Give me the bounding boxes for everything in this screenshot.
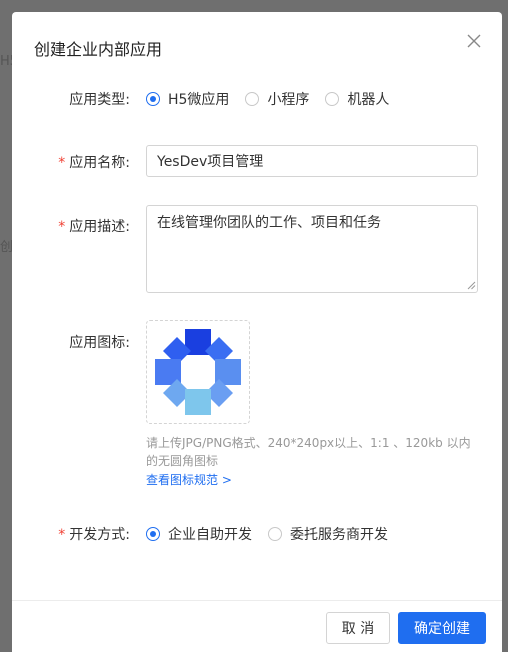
radio-unchecked-icon: [268, 527, 282, 541]
dialog-footer: 取 消 确定创建: [12, 600, 502, 652]
resize-handle-icon[interactable]: [464, 278, 476, 290]
app-icon-label: 应用图标:: [69, 335, 130, 351]
radio-mini-program[interactable]: 小程序: [245, 89, 309, 109]
dev-mode-label: * 开发方式:: [58, 527, 130, 543]
dialog-title: 创建企业内部应用: [34, 40, 163, 59]
radio-unchecked-icon: [325, 92, 340, 106]
create-app-dialog: 创建企业内部应用 应用类型: H5微应用 小程序 机器人 *应用名称: *应用描…: [12, 12, 502, 652]
required-mark: *: [58, 219, 66, 235]
app-desc-textarea[interactable]: 在线管理你团队的工作、项目和任务: [146, 205, 478, 293]
app-icon-upload[interactable]: [146, 320, 250, 424]
app-type-radio-group: H5微应用 小程序 机器人: [146, 89, 405, 109]
radio-checked-icon: [146, 92, 160, 106]
radio-robot[interactable]: 机器人: [325, 89, 389, 109]
radio-h5-app[interactable]: H5微应用: [146, 89, 229, 109]
app-name-input[interactable]: [146, 145, 478, 177]
app-logo-icon: [155, 329, 241, 415]
app-type-label: 应用类型:: [69, 92, 130, 108]
close-icon: [467, 34, 481, 48]
radio-checked-icon: [146, 527, 160, 541]
app-name-label: * 应用名称:: [58, 155, 130, 171]
close-button[interactable]: [466, 33, 482, 49]
icon-guideline-link[interactable]: 查看图标规范 >: [146, 471, 232, 488]
required-mark: *: [58, 527, 66, 543]
app-icon-hint: 请上传JPG/PNG格式、240*240px以上、1:1 、120kb 以内的无…: [146, 436, 471, 468]
radio-unchecked-icon: [245, 92, 260, 106]
app-desc-label: * 应用描述:: [58, 219, 130, 235]
radio-vendor-dev[interactable]: 委托服务商开发: [268, 524, 388, 544]
required-mark: *: [58, 155, 66, 171]
confirm-create-button[interactable]: 确定创建: [398, 612, 486, 644]
cancel-button[interactable]: 取 消: [326, 612, 390, 644]
dev-mode-radio-group: 企业自助开发 委托服务商开发: [146, 524, 404, 544]
radio-self-dev[interactable]: 企业自助开发: [146, 524, 252, 544]
